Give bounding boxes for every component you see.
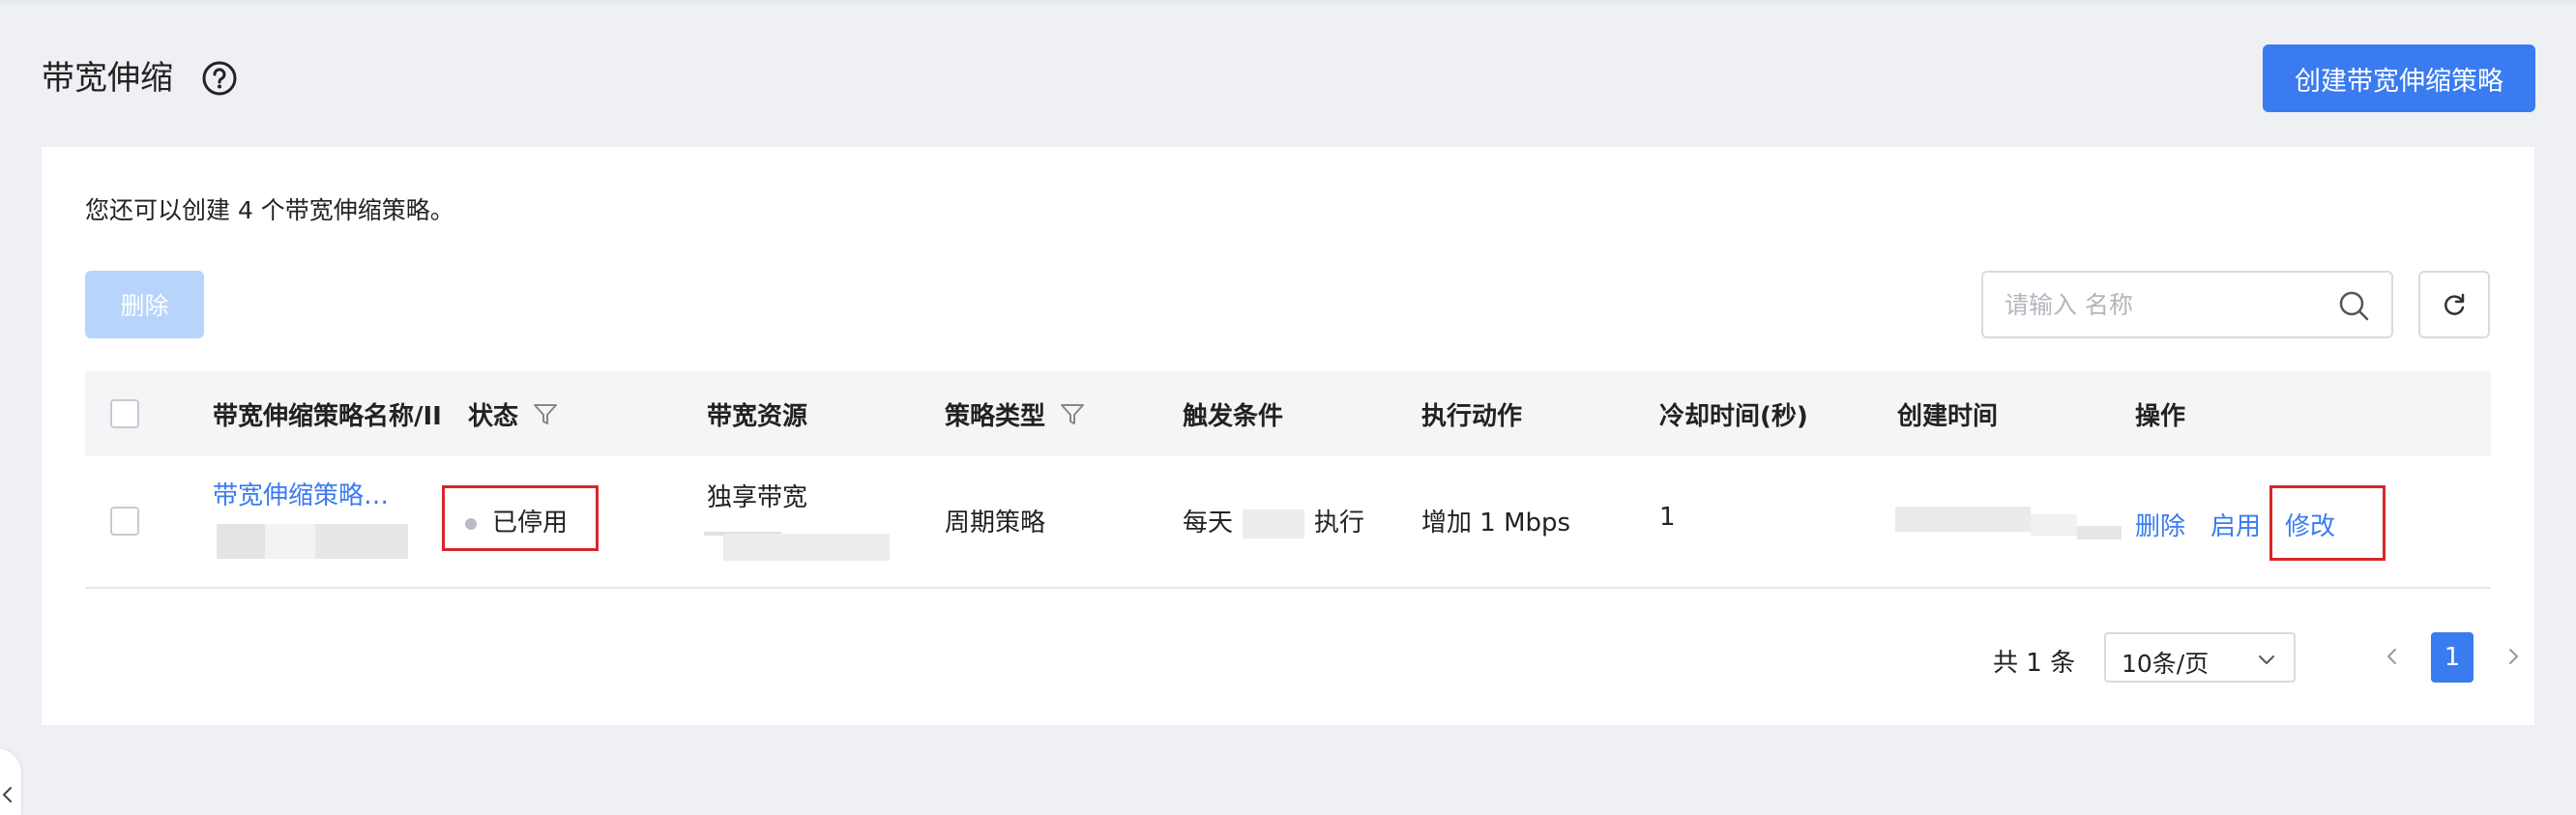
trigger-time-redacted: [1243, 509, 1305, 538]
highlight-modify: [2269, 485, 2386, 561]
chevron-left-icon: [3, 787, 12, 802]
column-header-action: 执行动作: [1421, 401, 1523, 431]
resource-id-redacted: [723, 534, 890, 561]
refresh-icon: [2444, 293, 2465, 315]
prev-page-icon[interactable]: [2378, 642, 2407, 671]
column-header-operations: 操作: [2135, 401, 2186, 431]
column-header-cooldown: 冷却时间(秒): [1659, 401, 1808, 431]
policy-type: 周期策略: [945, 509, 1046, 538]
column-header-name: 带宽伸缩策略名称/II: [213, 401, 442, 431]
trigger-condition: 每天 执行: [1183, 509, 1365, 538]
search-icon[interactable]: [2337, 289, 2370, 322]
top-shadow: [0, 0, 2576, 6]
policy-id-redacted: [265, 524, 315, 559]
page-size-select[interactable]: 10条/页: [2104, 632, 2296, 683]
filter-icon[interactable]: [532, 400, 559, 427]
column-header-status: 状态: [468, 371, 559, 456]
filter-icon[interactable]: [1059, 400, 1086, 427]
refresh-button[interactable]: [2418, 271, 2490, 338]
select-all-checkbox[interactable]: [110, 399, 139, 428]
highlight-status: [442, 485, 599, 551]
execute-action: 增加 1 Mbps: [1421, 509, 1571, 538]
row-enable-link[interactable]: 启用: [2210, 507, 2261, 542]
column-header-type: 策略类型: [945, 371, 1086, 456]
column-header-trigger: 触发条件: [1183, 401, 1284, 431]
page-size-value: 10条/页: [2122, 650, 2210, 678]
column-header-created: 创建时间: [1897, 401, 1999, 431]
resource-type: 独享带宽: [707, 483, 808, 512]
policy-id-redacted: [315, 524, 408, 559]
search-input[interactable]: [2005, 273, 2324, 336]
sidebar-toggle[interactable]: [0, 748, 21, 815]
quota-notice: 您还可以创建 4 个带宽伸缩策略。: [85, 196, 454, 224]
create-policy-button[interactable]: 创建带宽伸缩策略: [2263, 44, 2535, 112]
bulk-delete-button[interactable]: 删除: [85, 271, 204, 338]
page-title: 带宽伸缩: [42, 59, 173, 98]
chevron-down-icon: [2259, 655, 2274, 664]
created-time-redacted: [1895, 507, 2031, 532]
created-time-redacted: [2077, 526, 2122, 539]
total-count: 共 1 条: [1993, 649, 2076, 678]
page-number-current[interactable]: 1: [2431, 632, 2474, 683]
policy-name-link[interactable]: 带宽伸缩策略…: [213, 476, 389, 511]
created-time-redacted: [2031, 514, 2077, 536]
next-page-icon[interactable]: [2499, 642, 2528, 671]
column-header-resource: 带宽资源: [707, 401, 808, 431]
row-checkbox[interactable]: [110, 507, 139, 536]
cooldown-value: 1: [1659, 503, 1676, 532]
policy-id-redacted: [217, 524, 265, 559]
search-box: [1981, 271, 2393, 338]
table-header: 带宽伸缩策略名称/II 状态 带宽资源 策略类型 触发条件 执行动作 冷却时间(…: [85, 371, 2491, 456]
help-icon[interactable]: [201, 60, 238, 97]
policy-card: 您还可以创建 4 个带宽伸缩策略。 删除 带宽伸缩策略名称/II 状态 带宽资源…: [42, 147, 2534, 725]
row-delete-link[interactable]: 删除: [2135, 507, 2185, 542]
